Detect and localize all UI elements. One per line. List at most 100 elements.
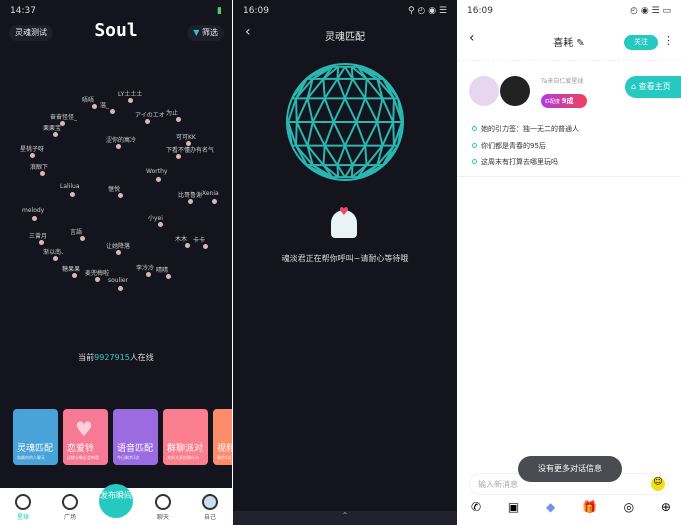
star-dot[interactable] bbox=[116, 144, 121, 149]
box-icon[interactable]: ◆ bbox=[546, 500, 555, 514]
star-user-label[interactable]: 卡卡 bbox=[193, 235, 205, 244]
star-user-label[interactable]: 李冷冷 bbox=[136, 263, 154, 272]
star-dot[interactable] bbox=[80, 236, 85, 241]
star-user-label[interactable]: 温_ bbox=[100, 100, 109, 109]
star-dot[interactable] bbox=[176, 154, 181, 159]
star-user-label[interactable]: LY土土土 bbox=[118, 89, 142, 98]
star-user-label[interactable]: 浪眼下 bbox=[30, 162, 48, 171]
her-avatar[interactable] bbox=[469, 76, 499, 106]
my-avatar[interactable] bbox=[500, 76, 530, 106]
star-user-label[interactable]: soulier bbox=[108, 277, 128, 284]
star-user-label[interactable]: Lalilua bbox=[60, 183, 80, 190]
star-dot[interactable] bbox=[32, 216, 37, 221]
card-voice-match[interactable]: 语音匹配 今日剩余3次 bbox=[113, 409, 158, 465]
star-dot[interactable] bbox=[53, 132, 58, 137]
card-love-bell[interactable]: ♥ 恋爱铃 边缘分象近会响哦 bbox=[63, 409, 108, 465]
star-dot[interactable] bbox=[72, 273, 77, 278]
edit-icon[interactable]: ✎ bbox=[576, 38, 584, 49]
star-user-label[interactable]: 唔唔 bbox=[82, 95, 94, 104]
star-dot[interactable] bbox=[188, 199, 193, 204]
star-dot[interactable] bbox=[203, 244, 208, 249]
follow-button[interactable]: 关注 bbox=[624, 35, 658, 50]
star-dot[interactable] bbox=[30, 153, 35, 158]
star-user-label[interactable]: 惬悦 bbox=[108, 184, 120, 193]
star-dot[interactable] bbox=[40, 171, 45, 176]
star-user-label[interactable]: 为止 bbox=[166, 108, 178, 117]
star-user-label[interactable]: 星桃子呀 bbox=[20, 144, 44, 153]
info-line: 你们都是青春的95后 bbox=[472, 141, 546, 151]
tab-me[interactable]: 自己 bbox=[195, 494, 225, 521]
star-dot[interactable] bbox=[92, 104, 97, 109]
star-dot[interactable] bbox=[95, 277, 100, 282]
sphere-strut bbox=[306, 121, 314, 146]
square-icon bbox=[62, 494, 78, 510]
heart-icon: ♥ bbox=[75, 417, 93, 441]
microphone-icon[interactable]: ◎ bbox=[624, 500, 634, 514]
home-icon: ⌂ bbox=[631, 82, 637, 91]
plus-icon[interactable]: ⊕ bbox=[661, 500, 671, 514]
filter-label: 筛选 bbox=[202, 28, 218, 37]
star-dot[interactable] bbox=[145, 119, 150, 124]
ghost-mascot-icon: ♥ bbox=[331, 205, 357, 238]
star-dot[interactable] bbox=[128, 98, 133, 103]
star-dot[interactable] bbox=[116, 250, 121, 255]
status-bar: 14:37 ▮ bbox=[10, 6, 222, 16]
gift-icon[interactable]: 🎁 bbox=[582, 500, 597, 514]
star-dot[interactable] bbox=[166, 274, 171, 279]
star-dot[interactable] bbox=[118, 193, 123, 198]
star-user-label[interactable]: 栗栗宝 bbox=[43, 123, 61, 132]
star-user-label[interactable]: 小yei bbox=[148, 213, 163, 222]
card-video[interactable]: 视频 剩余4次 bbox=[213, 409, 232, 465]
status-bar: 16:09 ⚲ ◴ ◉ ☰ bbox=[243, 6, 447, 16]
star-user-label[interactable]: Worthy bbox=[146, 168, 167, 175]
star-dot[interactable] bbox=[39, 240, 44, 245]
card-soul-match[interactable]: 灵魂匹配 和最你的人聊天 bbox=[13, 409, 58, 465]
sphere-strut bbox=[381, 97, 395, 123]
star-dot[interactable] bbox=[70, 192, 75, 197]
more-icon[interactable]: ⋮ bbox=[663, 34, 674, 47]
star-dot[interactable] bbox=[156, 177, 161, 182]
star-user-label[interactable]: 晴晴 bbox=[156, 265, 168, 274]
star-dot[interactable] bbox=[118, 286, 123, 291]
tab-square[interactable]: 广场 bbox=[55, 494, 85, 521]
star-dot[interactable] bbox=[158, 222, 163, 227]
publish-button[interactable]: 发布瞬间 bbox=[99, 484, 133, 518]
emoji-icon[interactable]: ☺ bbox=[651, 477, 665, 491]
online-count: 当前9927915人在线 bbox=[78, 353, 154, 362]
filter-button[interactable]: ▼ 筛选 bbox=[187, 25, 224, 41]
star-dot[interactable] bbox=[176, 117, 181, 122]
star-user-label[interactable]: 渐以南、 bbox=[43, 247, 67, 256]
star-dot[interactable] bbox=[110, 109, 115, 114]
star-user-label[interactable]: Xenia bbox=[202, 190, 219, 197]
star-user-label[interactable]: アイのエオ bbox=[135, 110, 165, 119]
star-user-label[interactable]: 下看不懂办有名气 bbox=[166, 145, 214, 154]
star-dot[interactable] bbox=[146, 272, 151, 277]
tab-planet[interactable]: 星球 bbox=[8, 494, 38, 521]
phone-icon[interactable]: ✆ bbox=[471, 500, 481, 514]
star-user-label[interactable]: 比哥鲁谢 bbox=[178, 190, 202, 199]
feature-cards: 灵魂匹配 和最你的人聊天 ♥ 恋爱铃 边缘分象近会响哦 语音匹配 今日剩余3次 群聊派对… bbox=[13, 409, 232, 465]
star-user-label[interactable]: 木木 bbox=[175, 234, 187, 243]
star-user-label[interactable]: 麦兜梅啦 bbox=[85, 268, 109, 277]
collapse-handle[interactable]: ⌃ bbox=[233, 511, 457, 525]
sphere-strut bbox=[322, 78, 326, 99]
view-homepage-button[interactable]: ⌂ 查看主页 bbox=[625, 76, 681, 98]
star-dot[interactable] bbox=[53, 256, 58, 261]
star-user-label[interactable]: 奋奋怪怪_ bbox=[50, 112, 77, 121]
star-dot[interactable] bbox=[185, 243, 190, 248]
sphere-strut bbox=[287, 98, 297, 123]
star-user-label[interactable]: 让她降落 bbox=[106, 241, 130, 250]
waiting-text: 魂淡君正在帮你呼叫~请耐心等待哦 bbox=[281, 254, 409, 263]
tab-chat[interactable]: 聊天 bbox=[148, 494, 178, 521]
star-dot[interactable] bbox=[212, 199, 217, 204]
star-user-label[interactable]: 可可KK bbox=[176, 132, 196, 141]
star-user-label[interactable]: 言語 bbox=[70, 227, 82, 236]
card-group-party[interactable]: 群聊派对 来听大家在聊什么 bbox=[163, 409, 208, 465]
image-icon[interactable]: ▣ bbox=[508, 500, 519, 514]
star-user-label[interactable]: 糖果果 bbox=[62, 264, 80, 273]
star-map-screen: 14:37 ▮ 灵魂测试 Soul ▼ 筛选 唔唔 LY土土土 温_ 奋奋怪怪_ 栗栗宝ア… bbox=[0, 0, 232, 525]
sphere-strut bbox=[311, 121, 326, 147]
star-user-label[interactable]: 涩你的寓冷 bbox=[106, 135, 136, 144]
star-user-label[interactable]: melody bbox=[22, 207, 44, 214]
star-user-label[interactable]: 三曾月 bbox=[29, 231, 47, 240]
